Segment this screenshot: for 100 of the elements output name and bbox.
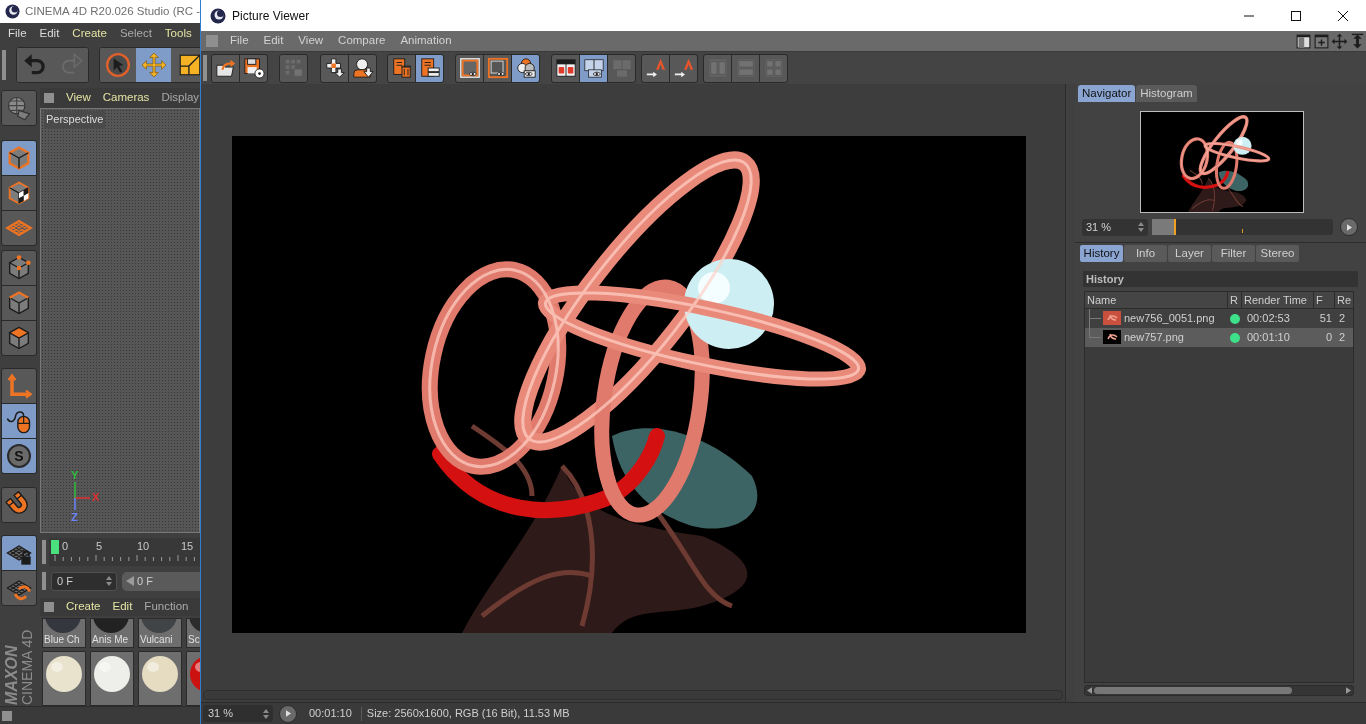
region-a-button[interactable] [456, 54, 483, 82]
export-person-button[interactable] [349, 54, 376, 82]
split-view-button[interactable] [552, 54, 579, 82]
panel-tab[interactable]: Navigator [1078, 85, 1136, 102]
open-button[interactable] [212, 54, 239, 82]
snap-button[interactable] [2, 488, 36, 522]
material-tile[interactable]: Sc [186, 618, 200, 648]
texture-mode-button[interactable] [2, 176, 36, 210]
lock-workplane-button[interactable] [2, 536, 36, 570]
grip-icon[interactable] [44, 602, 54, 612]
save-button[interactable] [240, 54, 267, 82]
column-header[interactable]: Name [1085, 292, 1228, 308]
grip-icon[interactable] [203, 55, 207, 81]
menu-item[interactable]: Tools [164, 25, 192, 43]
axis-label: X [92, 492, 100, 503]
menu-item[interactable]: Function [144, 598, 189, 616]
column-header[interactable]: F [1314, 292, 1335, 308]
model-mode-button[interactable] [2, 141, 36, 175]
grip-icon[interactable] [42, 572, 46, 590]
zoom-field[interactable]: 31 % [203, 705, 273, 722]
set-b-button[interactable] [670, 54, 697, 82]
grip-icon[interactable] [2, 50, 6, 80]
preview-range-field[interactable]: 0 F [122, 571, 200, 591]
panel-tab[interactable]: History [1080, 245, 1123, 262]
playhead-marker[interactable] [51, 540, 59, 554]
material-tile[interactable] [90, 651, 134, 706]
menu-item[interactable]: Edit [263, 32, 284, 50]
layout-button[interactable] [1294, 32, 1312, 50]
make-editable-button[interactable] [2, 91, 36, 125]
panel-tab[interactable]: Histogram [1136, 85, 1197, 102]
set-a-button[interactable] [642, 54, 669, 82]
menu-item[interactable]: Select [119, 25, 152, 43]
align-workplane-button[interactable] [2, 571, 36, 605]
scrollbar-track[interactable] [1084, 685, 1354, 696]
panel-tab[interactable]: Stereo [1256, 245, 1299, 262]
panel-tab[interactable]: Filter [1212, 245, 1255, 262]
edges-mode-button[interactable] [2, 286, 36, 320]
axis-label: Z [71, 512, 78, 523]
table-cell-text: 2 [1338, 330, 1347, 346]
slider-fill[interactable] [1152, 219, 1176, 235]
spinner-arrows-icon [263, 708, 269, 719]
table-cell-text: 2 [1338, 311, 1347, 327]
zoom-slider[interactable] [1152, 219, 1333, 235]
menu-item[interactable]: File [8, 25, 27, 43]
four-way-arrow-icon [1330, 32, 1348, 50]
image-info: Size: 2560x1600, RGB (16 Bit), 11.53 MB [366, 706, 570, 722]
history-list-button[interactable] [416, 54, 443, 82]
material-tile[interactable]: Vulcani [138, 618, 182, 648]
spinner-arrows-icon [106, 576, 112, 586]
compare-button[interactable] [512, 54, 539, 82]
panel-tab[interactable]: Info [1124, 245, 1167, 262]
column-header[interactable]: R [1228, 292, 1242, 308]
tweak-mode-button[interactable] [2, 404, 36, 438]
column-header[interactable]: Render Time [1242, 292, 1314, 308]
menu-item[interactable]: View [66, 89, 91, 107]
menu-item[interactable]: Edit [112, 598, 133, 616]
solo-button[interactable]: S [2, 439, 36, 473]
history-row[interactable]: new757.png 00:01:10 0 2 [1085, 328, 1353, 347]
drag-panel-button[interactable] [1330, 32, 1348, 50]
right-arrow-icon [1346, 687, 1351, 694]
camera-label[interactable]: Perspective [44, 111, 106, 128]
menu-item[interactable]: Compare [338, 32, 386, 50]
material-tile[interactable] [138, 651, 182, 706]
history-row[interactable]: new756_0051.png 00:02:53 51 2 [1085, 309, 1353, 328]
menu-item[interactable]: Display [161, 89, 200, 107]
viewport[interactable]: Perspective Y X Z [40, 108, 200, 533]
material-tile[interactable]: Blue Ch [42, 618, 86, 648]
grip-icon[interactable] [206, 35, 218, 47]
frame-field[interactable]: 0 F [51, 571, 117, 591]
frame-number: 0 [1324, 330, 1333, 346]
window-plus-icon [1312, 32, 1330, 50]
column-header[interactable]: Re [1335, 292, 1353, 308]
new-panel-button[interactable] [1312, 32, 1330, 50]
timeline-ruler[interactable]: 0 5 10 15 [49, 538, 200, 566]
menu-item[interactable]: View [298, 32, 324, 50]
menu-item[interactable]: Create [66, 598, 101, 616]
person-download-icon [351, 57, 374, 79]
menu-item[interactable]: File [230, 32, 249, 50]
menu-item[interactable]: Cameras [102, 89, 150, 107]
window-title: Picture Viewer [232, 7, 310, 25]
play-button[interactable] [1340, 218, 1358, 236]
menu-item[interactable]: Create [72, 25, 107, 43]
export-grid-button[interactable] [321, 54, 348, 82]
panel-tab[interactable]: Layer [1168, 245, 1211, 262]
document-list-icon [418, 57, 441, 79]
scrollbar-thumb[interactable] [1094, 687, 1292, 694]
menu-item[interactable]: Edit [39, 25, 60, 43]
grip-icon[interactable] [42, 540, 46, 564]
overlay-view-button[interactable] [580, 54, 607, 82]
zoom-field[interactable]: 31 % [1082, 218, 1148, 236]
points-mode-button[interactable] [2, 251, 36, 285]
material-tile[interactable]: Anis Me [90, 618, 134, 648]
grip-icon[interactable] [2, 710, 12, 721]
region-b-button[interactable] [484, 54, 511, 82]
grip-icon[interactable] [44, 93, 54, 103]
menu-item[interactable]: Animation [400, 32, 452, 50]
play-button[interactable] [279, 704, 297, 723]
material-tile[interactable] [42, 651, 86, 706]
delete-button[interactable] [388, 54, 415, 82]
polygons-mode-button[interactable] [2, 321, 36, 355]
